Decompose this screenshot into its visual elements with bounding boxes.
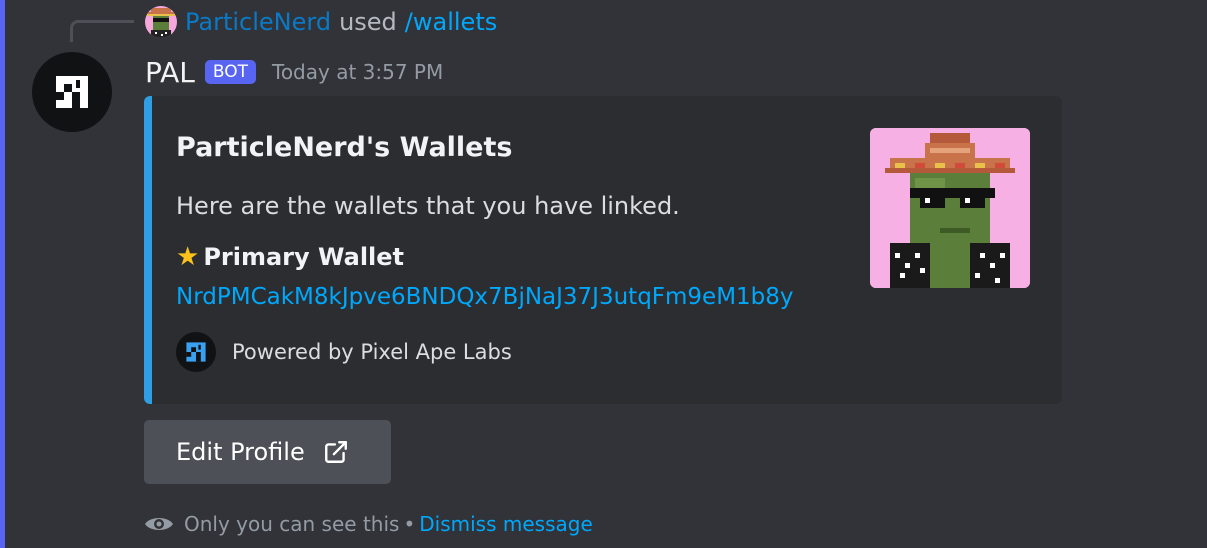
footer-text: Powered by Pixel Ape Labs [232, 340, 512, 364]
message-timestamp: Today at 3:57 PM [272, 60, 444, 84]
embed-thumbnail[interactable] [870, 128, 1030, 288]
external-link-icon [323, 439, 349, 465]
reply-used-text: used [339, 8, 397, 36]
author-name[interactable]: PAL [145, 56, 195, 89]
user-avatar[interactable] [145, 6, 177, 38]
edit-profile-button[interactable]: Edit Profile [144, 420, 391, 484]
reply-spine [70, 20, 134, 42]
edit-profile-label: Edit Profile [176, 438, 305, 466]
reply-username[interactable]: ParticleNerd [185, 8, 331, 36]
rich-embed: ParticleNerd's Wallets Here are the wall… [144, 96, 1062, 404]
pixel-ape-logo-icon [52, 72, 92, 112]
ephemeral-separator: • [403, 512, 416, 536]
highlight-bar [0, 0, 5, 548]
embed-accent-bar [144, 96, 152, 404]
dismiss-message-link[interactable]: Dismiss message [419, 512, 593, 536]
embed-title: ParticleNerd's Wallets [176, 132, 513, 163]
bot-avatar[interactable] [32, 52, 112, 132]
ephemeral-notice: Only you can see this • Dismiss message [144, 508, 593, 540]
embed-footer: Powered by Pixel Ape Labs [176, 332, 512, 372]
chat-message-area: ParticleNerd used /wallets PAL BOT Today… [0, 0, 1207, 548]
ephemeral-text: Only you can see this [184, 512, 400, 536]
star-icon: ★ [176, 242, 200, 272]
eye-icon [144, 514, 174, 534]
message-header: PAL BOT Today at 3:57 PM [145, 54, 443, 90]
field-name-label: Primary Wallet [203, 243, 405, 271]
wallet-address-link[interactable]: NrdPMCakM8kJpve6BNDQx7BjNaJ37J3utqFm9eM1… [176, 284, 794, 310]
bot-badge: BOT [204, 60, 256, 84]
slash-command[interactable]: /wallets [405, 8, 497, 36]
footer-logo-icon [176, 332, 216, 372]
embed-description: Here are the wallets that you have linke… [176, 192, 680, 220]
command-reference[interactable]: ParticleNerd used /wallets [145, 4, 497, 40]
embed-field-name: ★ Primary Wallet [176, 242, 404, 272]
